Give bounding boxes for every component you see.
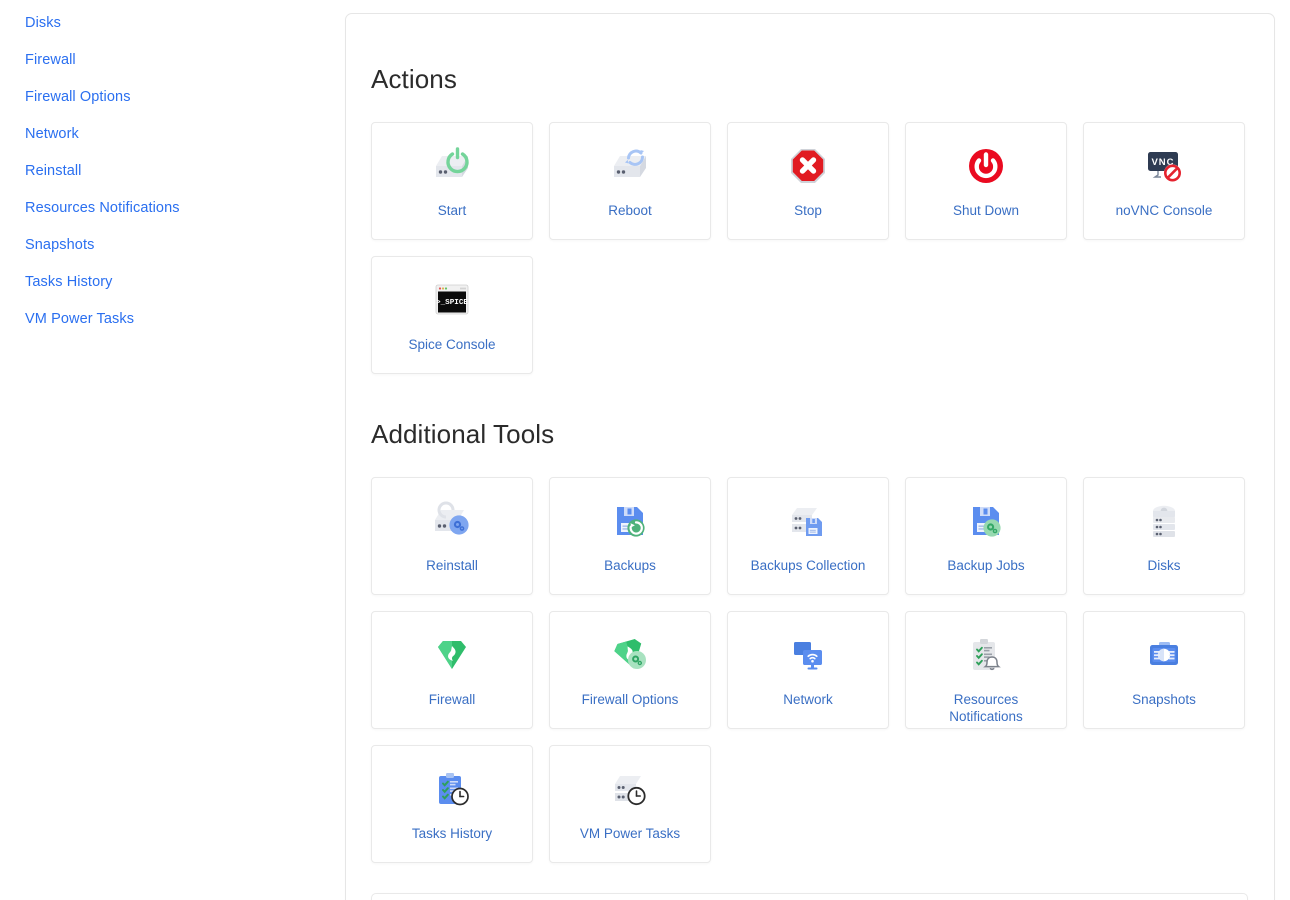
terminal-spice-icon: >_SPICE [425,274,479,326]
tile-label: Start [437,203,467,218]
clipboard-bell-icon [959,629,1013,681]
app-root: Disks Firewall Firewall Options Network … [0,0,1290,900]
disk-stack-icon [1137,495,1191,547]
tile-vm-power-tasks[interactable]: VM Power Tasks [549,745,711,863]
tile-label: Network [783,692,833,707]
sidebar-item-disks[interactable]: Disks [25,14,61,32]
tile-snapshots[interactable]: Snapshots [1083,611,1245,729]
tile-label: Spice Console [408,337,496,352]
tile-firewall[interactable]: Firewall [371,611,533,729]
tile-shut-down[interactable]: Shut Down [905,122,1067,240]
tile-start[interactable]: Start [371,122,533,240]
floppy-gear-icon [959,495,1013,547]
tile-label: Reinstall [426,558,478,573]
tile-label: Backups Collection [750,558,866,573]
servers-floppy-icon [781,495,835,547]
sidebar-navigation: Disks Firewall Firewall Options Network … [0,0,345,900]
tile-disks[interactable]: Disks [1083,477,1245,595]
actions-section-title: Actions [371,64,457,94]
clipboard-clock-icon [425,763,479,815]
shield-flame-gear-icon [603,629,657,681]
tile-spice-console[interactable]: >_SPICE Spice Console [371,256,533,374]
tile-backups[interactable]: Backups [549,477,711,595]
octagon-x-red-icon [781,140,835,192]
sidebar-item-network[interactable]: Network [25,125,79,143]
tile-label: VM Power Tasks [579,826,681,841]
camera-blue-icon [1137,629,1191,681]
tile-label: Resources Notifications [949,692,1023,724]
tile-label: Disks [1147,558,1181,573]
tile-backups-collection[interactable]: Backups Collection [727,477,889,595]
main-content-area: Actions Start Reboot Stop Shut Down VNC … [345,0,1290,900]
svg-text:>_SPICE: >_SPICE [436,299,468,307]
actions-tile-grid: Start Reboot Stop Shut Down VNC noVNC Co… [371,122,1248,374]
tile-label: Reboot [608,203,652,218]
tile-label: Tasks History [411,826,493,841]
server-clock-icon [603,763,657,815]
sidebar-item-firewall[interactable]: Firewall [25,51,76,69]
tile-label: Shut Down [952,203,1020,218]
server-gear-blue-icon [425,495,479,547]
content-panel: Actions Start Reboot Stop Shut Down VNC … [345,13,1275,900]
tile-tasks-history[interactable]: Tasks History [371,745,533,863]
sidebar-item-snapshots[interactable]: Snapshots [25,236,94,254]
tile-label: Backups [604,558,656,573]
additional-tools-tile-grid: Reinstall Backups Backups Collection Bac… [371,477,1248,863]
tile-stop[interactable]: Stop [727,122,889,240]
sidebar-item-reinstall[interactable]: Reinstall [25,162,82,180]
sidebar-item-tasks-history[interactable]: Tasks History [25,273,113,291]
tile-network[interactable]: Network [727,611,889,729]
tile-reboot[interactable]: Reboot [549,122,711,240]
tile-resources-notifications[interactable]: Resources Notifications [905,611,1067,729]
sidebar-item-firewall-options[interactable]: Firewall Options [25,88,131,106]
additional-tools-section-title: Additional Tools [371,419,555,449]
tile-label: Firewall [428,692,476,707]
vnc-monitor-blocked-icon: VNC [1137,140,1191,192]
tile-novnc-console[interactable]: VNC noVNC Console [1083,122,1245,240]
tile-label: noVNC Console [1115,203,1213,218]
floppy-restore-icon [603,495,657,547]
sidebar-item-vm-power-tasks[interactable]: VM Power Tasks [25,310,134,328]
server-refresh-icon [603,140,657,192]
tile-backup-jobs[interactable]: Backup Jobs [905,477,1067,595]
tile-reinstall[interactable]: Reinstall [371,477,533,595]
bottom-wide-card[interactable] [371,893,1248,900]
tile-label: Stop [794,203,822,218]
server-power-green-icon [425,140,479,192]
tile-firewall-options[interactable]: Firewall Options [549,611,711,729]
tile-label: Backup Jobs [947,558,1025,573]
tile-label: Firewall Options [581,692,679,707]
monitors-wifi-icon [781,629,835,681]
power-circle-red-icon [959,140,1013,192]
tile-label: Snapshots [1132,692,1196,707]
sidebar-item-resources-notifications[interactable]: Resources Notifications [25,199,180,217]
shield-flame-green-icon [425,629,479,681]
